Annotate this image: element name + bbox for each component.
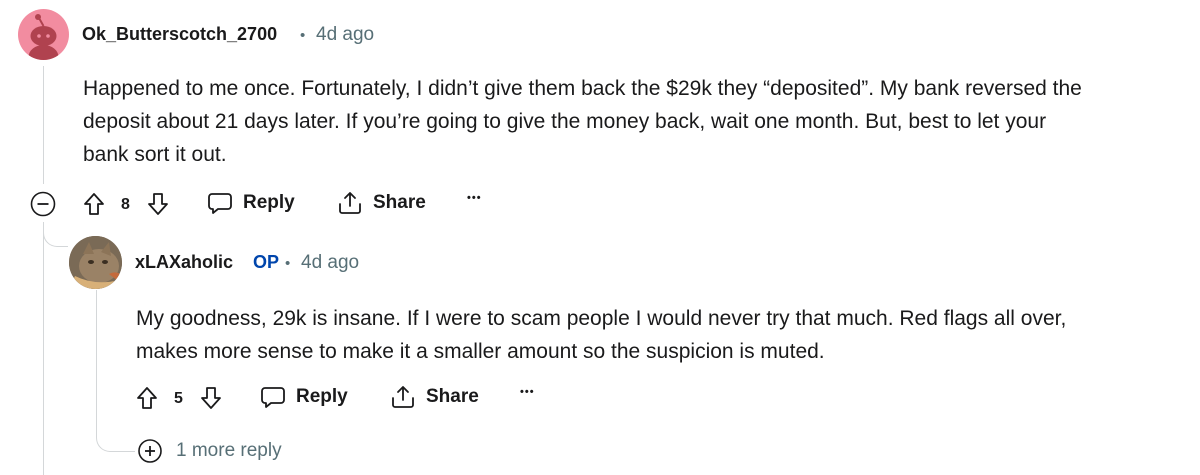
upvote-button[interactable] — [135, 385, 159, 411]
more-replies-label: 1 more reply — [176, 440, 282, 461]
collapse-icon — [30, 191, 56, 217]
share-button[interactable]: Share — [337, 190, 426, 216]
more-replies-button[interactable]: 1 more reply — [137, 438, 282, 464]
more-options-icon: ••• — [467, 192, 482, 204]
avatar[interactable] — [69, 236, 122, 289]
expand-plus-icon — [138, 439, 162, 463]
share-icon — [392, 386, 414, 408]
meta-separator: • — [300, 27, 306, 44]
snoo-avatar-icon — [28, 14, 59, 60]
more-options-button[interactable]: ••• — [467, 192, 482, 204]
upvote-button[interactable] — [82, 191, 106, 217]
comment-timestamp[interactable]: 4d ago — [316, 24, 374, 46]
thread-branch — [43, 222, 68, 247]
upvote-icon — [137, 387, 157, 409]
thread-line-main — [43, 66, 44, 184]
comment-body-line: bank sort it out. — [83, 143, 227, 166]
share-label: Share — [426, 386, 479, 407]
downvote-icon — [201, 387, 221, 409]
avatar[interactable] — [18, 9, 69, 60]
cat-avatar-icon — [69, 236, 122, 289]
more-options-button[interactable]: ••• — [520, 386, 535, 398]
downvote-icon — [148, 193, 168, 215]
comment-bubble-icon — [261, 387, 285, 408]
reply-label: Reply — [296, 386, 348, 407]
upvote-icon — [84, 193, 104, 215]
comment-author[interactable]: Ok_Butterscotch_2700 — [82, 24, 277, 45]
reply-button[interactable]: Reply — [260, 384, 348, 410]
share-icon — [339, 192, 361, 214]
comment-body-line: makes more sense to make it a smaller am… — [136, 340, 825, 363]
comment-bubble-icon — [208, 193, 232, 214]
thread-branch-more — [96, 425, 135, 452]
collapse-button[interactable] — [29, 190, 57, 218]
reply-button[interactable]: Reply — [207, 190, 295, 216]
comment-body-line: Happened to me once. Fortunately, I didn… — [83, 77, 1082, 100]
share-label: Share — [373, 192, 426, 213]
downvote-button[interactable] — [199, 385, 223, 411]
vote-count: 8 — [121, 196, 130, 213]
thread-line-main-lower — [43, 223, 44, 475]
comment-author[interactable]: xLAXaholic — [135, 252, 233, 273]
comment-body-line: deposit about 21 days later. If you’re g… — [83, 110, 1047, 133]
share-button[interactable]: Share — [390, 384, 479, 410]
op-badge: OP — [253, 252, 280, 272]
downvote-button[interactable] — [146, 191, 170, 217]
more-options-icon: ••• — [520, 386, 535, 398]
comment-body-line: My goodness, 29k is insane. If I were to… — [136, 307, 1067, 330]
vote-count: 5 — [174, 390, 183, 407]
comment-timestamp[interactable]: 4d ago — [301, 252, 359, 274]
thread-line-reply — [96, 290, 97, 435]
reply-label: Reply — [243, 192, 295, 213]
meta-separator: • — [285, 255, 291, 272]
